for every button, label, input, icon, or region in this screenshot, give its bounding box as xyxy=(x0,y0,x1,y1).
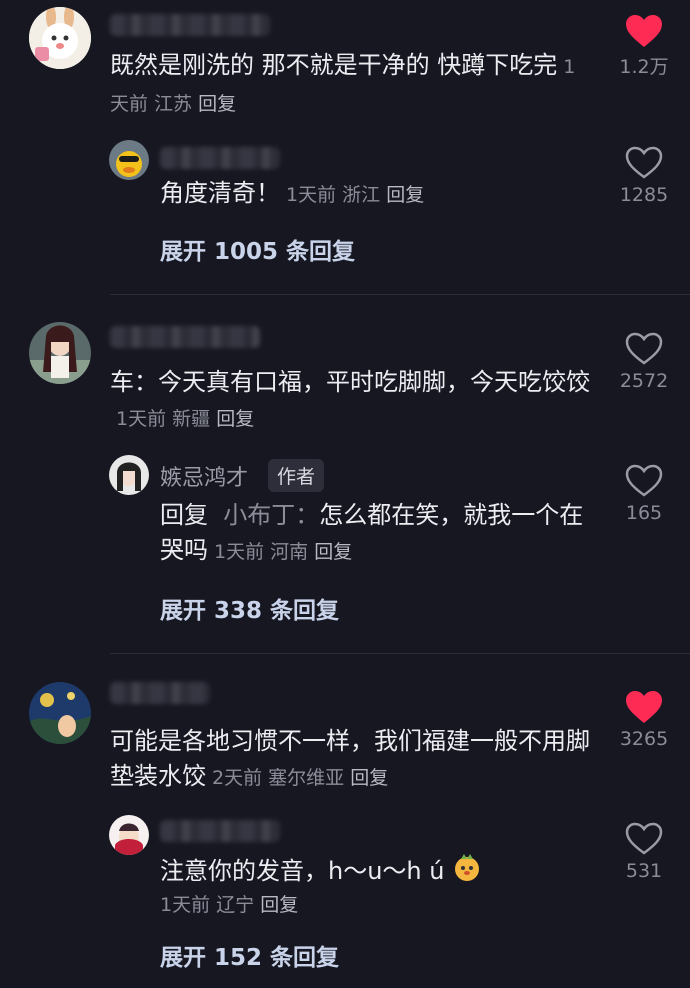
reply-to-user[interactable]: 小布丁： xyxy=(223,501,319,529)
username-blurred[interactable] xyxy=(110,14,270,36)
timestamp: 1天前 xyxy=(116,408,167,430)
location: 塞尔维亚 xyxy=(268,767,345,789)
heart-outline-icon xyxy=(625,822,663,855)
location: 浙江 xyxy=(342,184,381,206)
avatar[interactable] xyxy=(29,322,91,384)
like-button[interactable]: 1285 xyxy=(604,146,684,206)
avatar[interactable] xyxy=(109,140,149,180)
location: 新疆 xyxy=(172,408,211,430)
comment-text: 可能是各地习惯不一样，我们福建一般不用脚垫装水饺 2天前 塞尔维亚 回复 xyxy=(110,727,590,790)
username-blurred[interactable] xyxy=(110,682,210,704)
comment-text: 既然是刚洗的 那不就是干净的 快蹲下吃完 1天前 江苏 回复 xyxy=(110,51,576,115)
like-button[interactable]: 165 xyxy=(604,464,684,524)
username-blurred[interactable] xyxy=(110,326,260,348)
reply-meta: 1天前 辽宁 回复 xyxy=(154,886,298,923)
like-count: 1285 xyxy=(619,184,669,206)
location: 河南 xyxy=(270,541,309,563)
avatar[interactable] xyxy=(29,7,91,69)
heart-outline-icon xyxy=(625,464,663,497)
comment-text: 车：今天真有口福，平时吃脚脚，今天吃饺饺1天前 新疆 回复 xyxy=(110,368,590,430)
username-blurred[interactable] xyxy=(160,147,280,169)
reply-button[interactable]: 回复 xyxy=(314,541,352,563)
heart-outline-icon xyxy=(625,146,663,179)
reply-button[interactable]: 回复 xyxy=(386,184,424,206)
avatar[interactable] xyxy=(109,455,149,495)
like-button[interactable]: 3265 xyxy=(604,690,684,750)
timestamp: 1天前 xyxy=(160,894,211,916)
reply-button[interactable]: 回复 xyxy=(216,408,254,430)
avatar[interactable] xyxy=(109,815,149,855)
heart-filled-icon xyxy=(626,15,662,47)
reply-button[interactable]: 回复 xyxy=(198,93,236,115)
like-count: 531 xyxy=(625,860,663,882)
location: 江苏 xyxy=(154,93,193,115)
reply-text: 角度清奇！ 1天前 浙江 回复 xyxy=(160,179,425,207)
expand-replies-button[interactable]: 展开 1005 条回复 xyxy=(160,232,355,266)
like-button[interactable]: 2572 xyxy=(604,332,684,392)
emoji-sticker-icon xyxy=(452,852,482,892)
like-count: 3265 xyxy=(619,728,669,750)
reply-text: 回复 小布丁：怎么都在笑，就我一个在哭吗 1天前 河南 回复 xyxy=(160,501,584,564)
heart-filled-icon xyxy=(626,691,662,723)
author-badge: 作者 xyxy=(268,459,325,492)
comment-thread-2: 车：今天真有口福，平时吃脚脚，今天吃饺饺1天前 新疆 回复 2572 嫉忌鸿才 … xyxy=(0,312,690,652)
like-count: 165 xyxy=(625,502,663,524)
reply-button[interactable]: 回复 xyxy=(350,767,388,789)
timestamp: 1天前 xyxy=(214,541,265,563)
heart-outline-icon xyxy=(625,332,663,365)
divider xyxy=(110,653,690,654)
location: 辽宁 xyxy=(216,894,255,916)
like-count: 2572 xyxy=(619,370,669,392)
comment-thread-3: 可能是各地习惯不一样，我们福建一般不用脚垫装水饺 2天前 塞尔维亚 回复 3265… xyxy=(0,672,690,988)
like-count: 1.2万 xyxy=(619,56,669,78)
avatar[interactable] xyxy=(29,682,91,744)
reply-button[interactable]: 回复 xyxy=(260,894,298,916)
like-button[interactable]: 1.2万 xyxy=(604,14,684,79)
username-blurred[interactable] xyxy=(160,820,280,842)
expand-replies-button[interactable]: 展开 338 条回复 xyxy=(160,591,339,625)
author-name[interactable]: 嫉忌鸿才 xyxy=(160,460,248,492)
timestamp: 1天前 xyxy=(286,184,337,206)
timestamp: 2天前 xyxy=(212,767,263,789)
comment-thread-1: 既然是刚洗的 那不就是干净的 快蹲下吃完 1天前 江苏 回复 1.2万 角度清奇！… xyxy=(0,0,690,292)
divider xyxy=(110,294,690,295)
like-button[interactable]: 531 xyxy=(604,822,684,882)
expand-replies-button[interactable]: 展开 152 条回复 xyxy=(160,938,339,972)
